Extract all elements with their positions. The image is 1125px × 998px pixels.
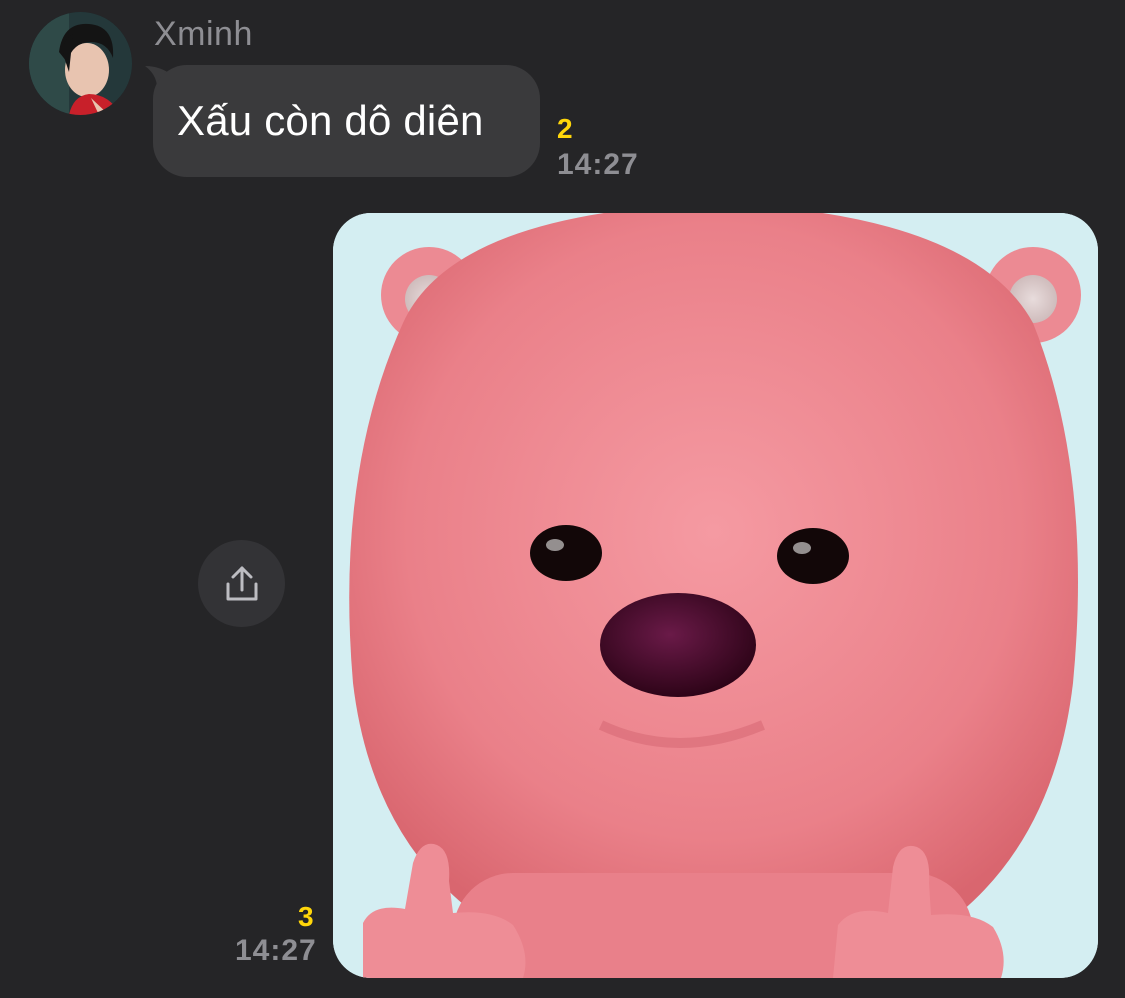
avatar-photo-icon	[29, 12, 132, 115]
message-bubble-sticker[interactable]	[333, 213, 1098, 978]
message-text: Xấu còn dô diên	[177, 97, 484, 144]
sender-avatar[interactable]	[29, 12, 132, 115]
share-button[interactable]	[198, 540, 285, 627]
sender-name: Xminh	[154, 15, 253, 53]
message-bubble-text[interactable]: Xấu còn dô diên	[153, 65, 540, 177]
message-time: 14:27	[557, 148, 639, 181]
reaction-count[interactable]: 3	[298, 902, 314, 932]
share-upload-icon	[226, 566, 257, 600]
reaction-count[interactable]: 2	[557, 114, 573, 144]
message-time: 14:27	[235, 934, 317, 967]
pink-beaver-sticker-icon	[333, 213, 1098, 978]
chat-view: Xminh Xấu còn dô diên 2 14:27 3 14:27	[0, 0, 1125, 998]
